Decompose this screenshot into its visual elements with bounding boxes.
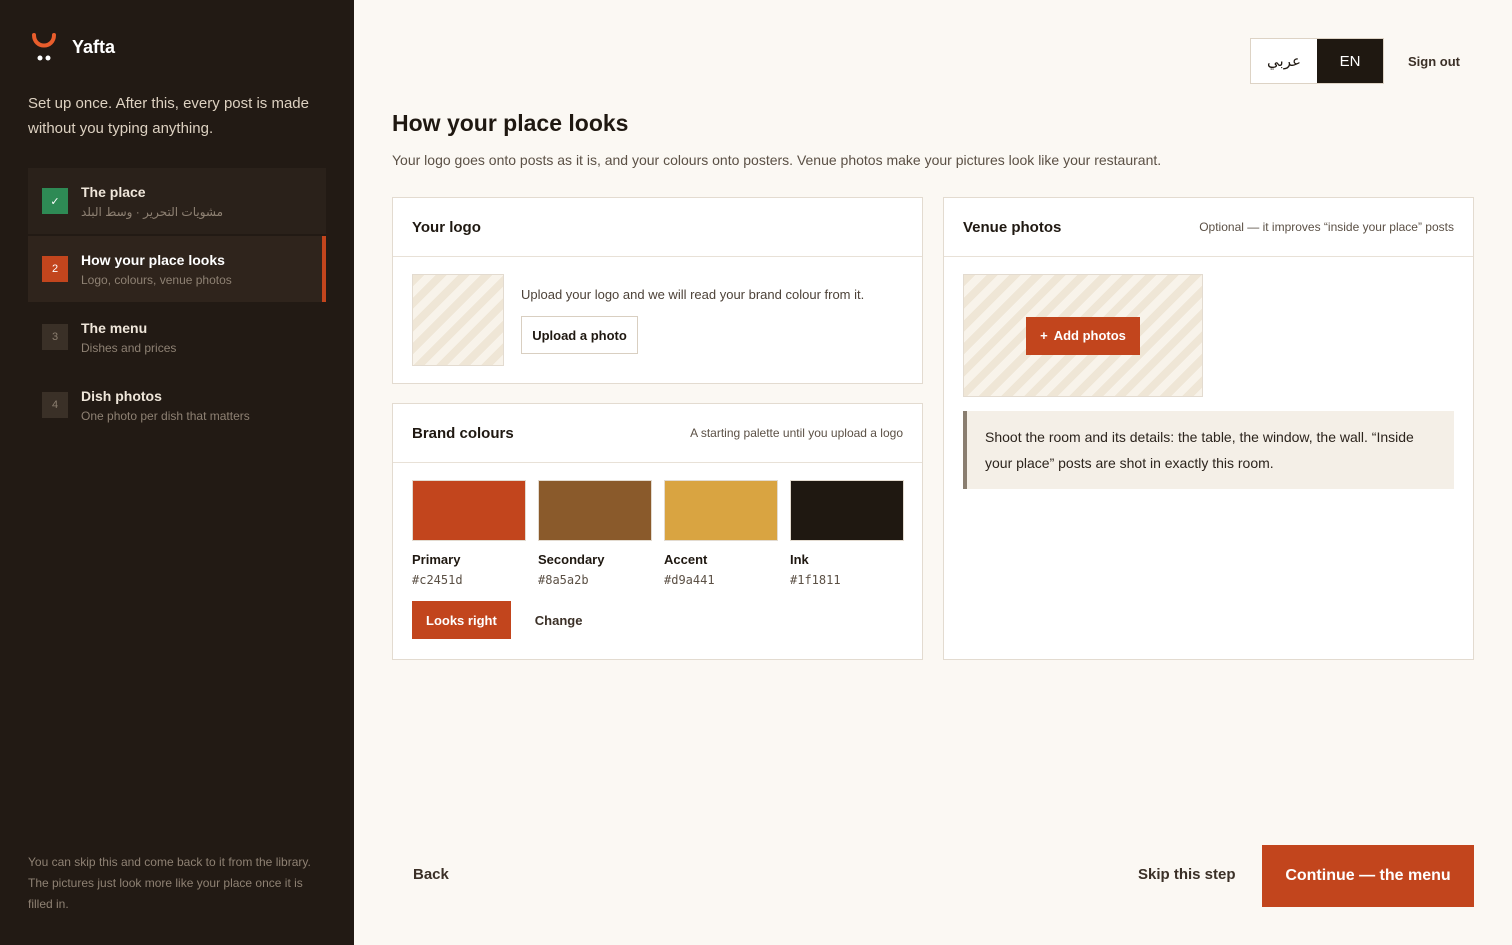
add-photos-label: Add photos <box>1053 328 1126 343</box>
logo-card: Your logo Upload your logo and we will r… <box>392 197 923 384</box>
swatch-name: Secondary <box>538 552 605 567</box>
lang-arabic-button[interactable]: عربي <box>1251 39 1317 83</box>
page-title: How your place looks <box>392 110 629 136</box>
swatch-accent[interactable]: Accent #d9a441 <box>664 480 778 587</box>
step-the-menu[interactable]: 3 The menu Dishes and prices <box>28 304 326 370</box>
swatch-ink[interactable]: Ink #1f1811 <box>790 480 904 587</box>
step-title: The place <box>81 183 146 200</box>
swatch-hex: #1f1811 <box>790 573 841 587</box>
swatch-hex: #8a5a2b <box>538 573 589 587</box>
swatch-secondary[interactable]: Secondary #8a5a2b <box>538 480 652 587</box>
step-dish-photos[interactable]: 4 Dish photos One photo per dish that ma… <box>28 372 326 438</box>
brand: Yafta <box>30 32 115 62</box>
continue-button[interactable]: Continue — the menu <box>1262 845 1474 907</box>
sidebar-intro: Set up once. After this, every post is m… <box>28 95 309 137</box>
change-colours-button[interactable]: Change <box>535 613 583 628</box>
step-title: How your place looks <box>81 251 225 268</box>
check-icon: ✓ <box>42 188 68 214</box>
step-how-your-place-looks[interactable]: 2 How your place looks Logo, colours, ve… <box>28 236 326 302</box>
card-title: Your logo <box>412 218 481 236</box>
step-number: 4 <box>42 392 68 418</box>
skip-step-button[interactable]: Skip this step <box>1138 866 1236 883</box>
logo-hint: Upload your logo and we will read your b… <box>521 287 865 302</box>
swatch-name: Ink <box>790 552 809 567</box>
swatch-color <box>538 480 652 541</box>
looks-right-button[interactable]: Looks right <box>412 601 511 639</box>
swatch-row: Primary #c2451d Secondary #8a5a2b Accent… <box>393 463 922 587</box>
swatch-hex: #c2451d <box>412 573 463 587</box>
step-subtitle: Logo, colours, venue photos <box>81 272 232 287</box>
app-name: Yafta <box>72 36 116 57</box>
step-list: ✓ The place مشويات التحرير · وسط البلد 2… <box>28 168 326 440</box>
page-subtitle: Your logo goes onto posts as it is, and … <box>392 152 1162 168</box>
topbar: عربي EN Sign out <box>1250 38 1460 84</box>
logo-placeholder[interactable] <box>412 274 504 366</box>
card-title: Venue photos <box>963 218 1062 236</box>
upload-photo-button[interactable]: Upload a photo <box>521 316 638 354</box>
lang-english-button[interactable]: EN <box>1317 39 1383 83</box>
card-note: A starting palette until you upload a lo… <box>690 426 903 440</box>
sign-out-link[interactable]: Sign out <box>1408 54 1460 69</box>
card-note: Optional — it improves “inside your plac… <box>1199 220 1454 234</box>
swatch-name: Accent <box>664 552 708 567</box>
yafta-logo-icon <box>32 33 56 61</box>
step-the-place[interactable]: ✓ The place مشويات التحرير · وسط البلد <box>28 168 326 234</box>
brand-colours-card: Brand colours A starting palette until y… <box>392 403 923 660</box>
language-switch: عربي EN <box>1250 38 1384 84</box>
step-title: The menu <box>81 319 148 336</box>
plus-icon: + <box>1040 328 1048 343</box>
step-subtitle: One photo per dish that matters <box>81 408 250 423</box>
swatch-primary[interactable]: Primary #c2451d <box>412 480 526 587</box>
step-subtitle: Dishes and prices <box>81 340 177 355</box>
card-title: Brand colours <box>412 424 514 442</box>
sidebar: Yafta Set up once. After this, every pos… <box>0 0 354 945</box>
step-number: 3 <box>42 324 68 350</box>
venue-photo-dropzone[interactable]: + Add photos <box>963 274 1203 397</box>
swatch-hex: #d9a441 <box>664 573 715 587</box>
step-subtitle: مشويات التحرير · وسط البلد <box>81 204 224 219</box>
step-number: 2 <box>42 256 68 282</box>
back-button[interactable]: Back <box>413 866 449 883</box>
swatch-color <box>664 480 778 541</box>
add-photos-button[interactable]: + Add photos <box>1026 316 1140 355</box>
step-title: Dish photos <box>81 387 162 404</box>
sidebar-footer-note: You can skip this and come back to it fr… <box>28 855 311 911</box>
swatch-color <box>790 480 904 541</box>
swatch-name: Primary <box>412 552 461 567</box>
venue-tip: Shoot the room and its details: the tabl… <box>963 411 1454 489</box>
swatch-color <box>412 480 526 541</box>
venue-photos-card: Venue photos Optional — it improves “ins… <box>943 197 1474 660</box>
